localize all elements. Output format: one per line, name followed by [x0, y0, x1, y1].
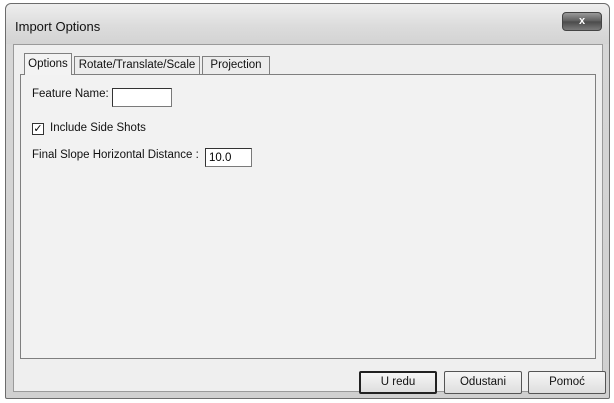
include-side-shots-label: Include Side Shots [50, 122, 146, 134]
ok-button[interactable]: U redu [359, 371, 437, 394]
close-icon[interactable]: x [562, 12, 602, 31]
final-slope-input[interactable] [205, 148, 252, 167]
options-tab-panel: Feature Name: ✓ Include Side Shots Final… [20, 74, 596, 359]
import-options-dialog: Import Options x Options Rotate/Translat… [5, 3, 610, 399]
cancel-button[interactable]: Odustani [444, 371, 522, 394]
feature-name-input[interactable] [112, 88, 172, 107]
final-slope-label: Final Slope Horizontal Distance : [32, 149, 199, 161]
feature-name-label: Feature Name: [32, 88, 109, 100]
dialog-client-area: Options Rotate/Translate/Scale Projectio… [13, 44, 606, 394]
tab-rotate-translate-scale[interactable]: Rotate/Translate/Scale [74, 56, 200, 74]
include-side-shots-checkbox[interactable]: ✓ [32, 123, 44, 135]
tab-projection[interactable]: Projection [202, 56, 270, 74]
tab-options[interactable]: Options [24, 53, 72, 75]
title-bar[interactable]: Import Options x [6, 4, 609, 44]
window-title: Import Options [15, 19, 101, 34]
help-button[interactable]: Pomoć [528, 371, 606, 394]
